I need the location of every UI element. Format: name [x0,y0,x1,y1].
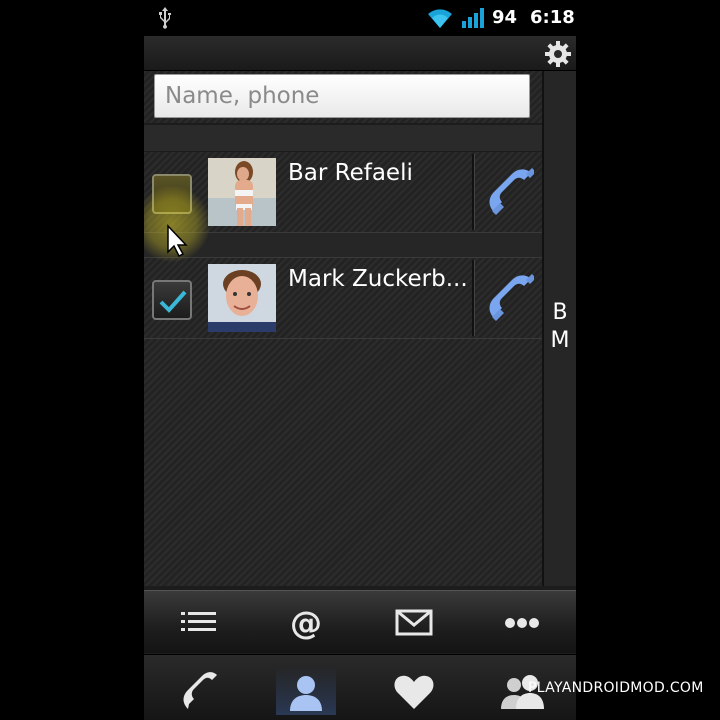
contact-photo [208,264,276,332]
row-divider [472,154,475,230]
phone-screen: 94 6:18 Name, phone Bar Refaeli Mark Zuc… [144,0,576,720]
contact-checkbox[interactable] [152,174,192,214]
contact-checkbox[interactable] [152,280,192,320]
check-icon [159,290,187,313]
search-divider [144,125,542,151]
contact-photo [208,158,276,226]
gear-icon[interactable] [544,40,572,68]
battery-level: 94 [492,7,518,28]
contact-row[interactable]: Mark Zuckerb... [144,258,542,339]
row-spacer [144,233,542,258]
list-empty-area [144,339,542,586]
nav-bar [144,654,576,720]
clock: 6:18 [530,7,575,28]
phone-icon[interactable] [484,166,534,218]
top-bar [144,36,576,71]
watermark: PLAYANDROIDMOD.COM [528,680,704,696]
phone-icon[interactable] [484,272,534,324]
more-icon[interactable] [495,605,549,641]
contact-name: Bar Refaeli [288,160,413,186]
index-letter[interactable]: B [544,299,576,327]
at-icon[interactable]: @ [279,605,333,641]
contact-name: Mark Zuckerb... [288,266,468,292]
list-icon[interactable] [171,605,225,641]
contact-row[interactable]: Bar Refaeli [144,152,542,233]
search-input[interactable] [154,74,530,118]
index-letter[interactable]: M [544,327,576,355]
envelope-icon[interactable] [387,605,441,641]
phone-icon[interactable] [168,667,228,715]
status-bar: 94 6:18 [144,0,576,36]
signal-icon [462,8,484,28]
search-row [144,71,542,123]
svg-text:@: @ [290,605,322,641]
index-letters: B M [544,299,576,355]
action-bar: @ [144,590,576,653]
row-divider [472,260,475,336]
contacts-icon[interactable] [276,667,336,715]
heart-icon[interactable] [384,667,444,715]
alphabet-index[interactable]: B M [542,71,576,586]
usb-icon [159,7,171,29]
wifi-icon [428,9,452,28]
